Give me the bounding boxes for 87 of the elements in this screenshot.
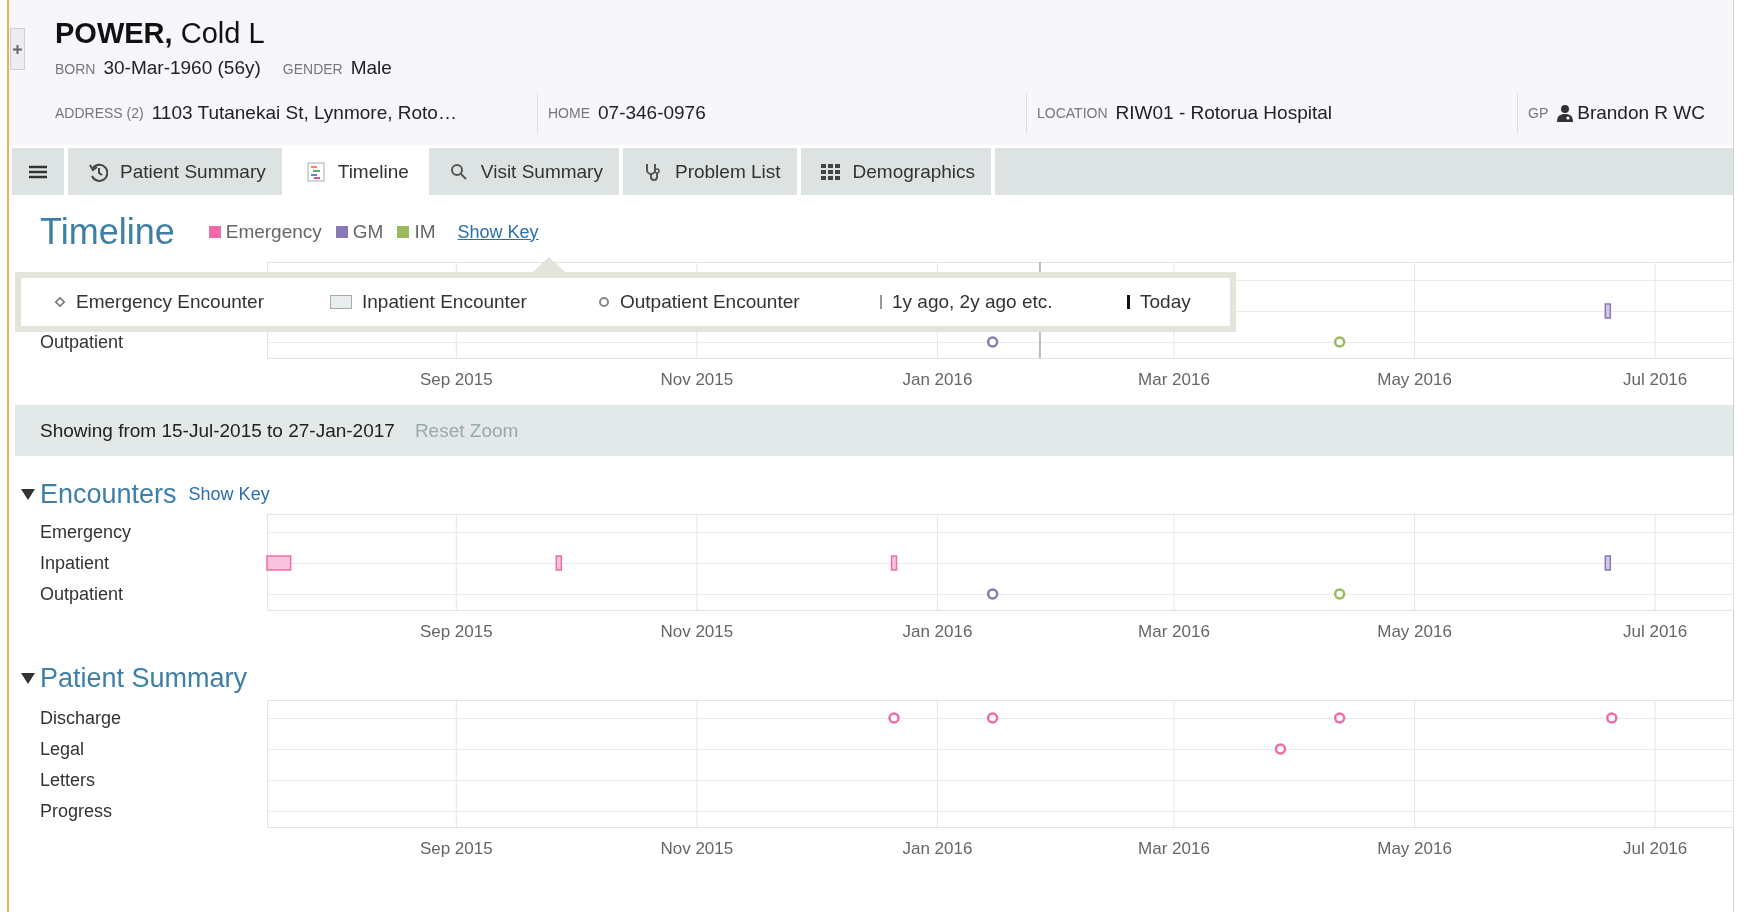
row-label: Inpatient [40,553,110,573]
triangle-icon[interactable] [21,487,35,501]
axis-label: Mar 2016 [1138,622,1210,641]
row-label: Progress [40,801,113,821]
field-value: 07-346-0976 [598,102,706,124]
inpatient-marker[interactable] [266,555,292,571]
page-title: Timeline [40,211,175,253]
triangle-icon[interactable] [21,671,35,685]
axis-label: May 2016 [1377,839,1452,858]
axis-label: Jan 2016 [902,839,973,858]
key-label: Emergency Encounter [76,291,264,313]
plus-icon [13,44,22,54]
field-value: 30-Mar-1960 (56y) [103,57,261,79]
key-label: Outpatient Encounter [620,291,800,313]
patient-name: POWER, Cold L [55,16,266,51]
magnifier-icon [448,161,469,182]
field-value: RIW01 - Rotorua Hospital [1115,102,1332,124]
field-value: 1103 Tutanekai St, Lynmore, Roto… [151,102,457,124]
outpatient-marker[interactable] [1606,712,1618,724]
row-label: Discharge [40,708,122,728]
legend-label: Emergency [225,221,322,243]
timeline-icon [305,161,326,182]
key-label: Today [1140,291,1191,313]
field-label: HOME [548,105,590,121]
outpatient-marker[interactable] [986,336,999,348]
menu-icon [29,164,47,179]
row-label: Letters [40,770,96,790]
axis-label: May 2016 [1377,622,1452,641]
field-value: Male [350,57,392,79]
axis-label: Sep 2015 [419,839,493,858]
tab[interactable]: Patient Summary [68,148,282,195]
diamond-icon [54,296,66,308]
field-label: GENDER [282,61,343,77]
doctor-icon [1556,104,1575,122]
today-mark-icon [1127,295,1130,309]
axis-label: Mar 2016 [1138,839,1210,858]
key-label: 1y ago, 2y ago etc. [892,291,1053,313]
outpatient-marker[interactable] [1333,588,1346,600]
show-key-link[interactable]: Show Key [457,221,539,243]
axis-label: May 2016 [1377,370,1452,389]
axis-label: Jul 2016 [1623,622,1688,641]
axis-label: Jan 2016 [902,622,973,641]
inpatient-marker[interactable] [555,555,563,571]
key-label: Inpatient Encounter [362,291,527,313]
outpatient-marker[interactable] [1333,712,1346,724]
legend-label: GM [352,221,384,243]
menu-button[interactable] [12,148,64,195]
outpatient-marker[interactable] [1274,743,1287,755]
rectangle-icon [330,295,352,309]
grid-icon [820,161,841,182]
row-label: Legal [40,739,85,759]
inpatient-marker[interactable] [1604,303,1612,319]
inpatient-marker[interactable] [1604,555,1612,571]
axis-label: Sep 2015 [419,370,493,389]
field-label: ADDRESS (2) [55,105,144,121]
axis-label: Mar 2016 [1138,370,1210,389]
axis-label: Sep 2015 [419,622,493,641]
outpatient-marker[interactable] [986,588,999,600]
tab[interactable]: Problem List [622,148,797,195]
section-title[interactable]: Encounters [40,478,177,510]
show-key-link[interactable]: Show Key [188,483,270,505]
row-label: Outpatient [40,332,124,352]
field-value: Brandon R WC [1577,102,1705,124]
axis-label: Nov 2015 [660,370,734,389]
section-title[interactable]: Patient Summary [40,662,248,694]
inpatient-marker[interactable] [890,555,898,571]
axis-label: Jul 2016 [1623,370,1688,389]
row-label: Emergency [40,522,132,542]
field-label: LOCATION [1037,105,1108,121]
outpatient-marker[interactable] [986,712,999,724]
axis-label: Jul 2016 [1623,839,1688,858]
axis-label: Jan 2016 [902,370,973,389]
field-label: BORN [55,61,96,77]
tab[interactable]: Visit Summary [428,148,619,195]
range-text: Showing from 15-Jul-2015 to 27-Jan-2017 [40,419,395,442]
tab[interactable]: Demographics [800,148,992,195]
field-label: GP [1528,105,1549,121]
axis-label: Nov 2015 [660,622,734,641]
history-icon [88,161,108,182]
row-label: Outpatient [40,584,124,604]
expand-button[interactable] [10,28,25,70]
outpatient-marker[interactable] [888,712,900,724]
axis-label: Nov 2015 [660,839,734,858]
circle-icon [598,296,610,308]
tick-mark-icon [880,295,882,309]
outpatient-marker[interactable] [1333,336,1346,348]
legend-label: IM [414,221,436,243]
